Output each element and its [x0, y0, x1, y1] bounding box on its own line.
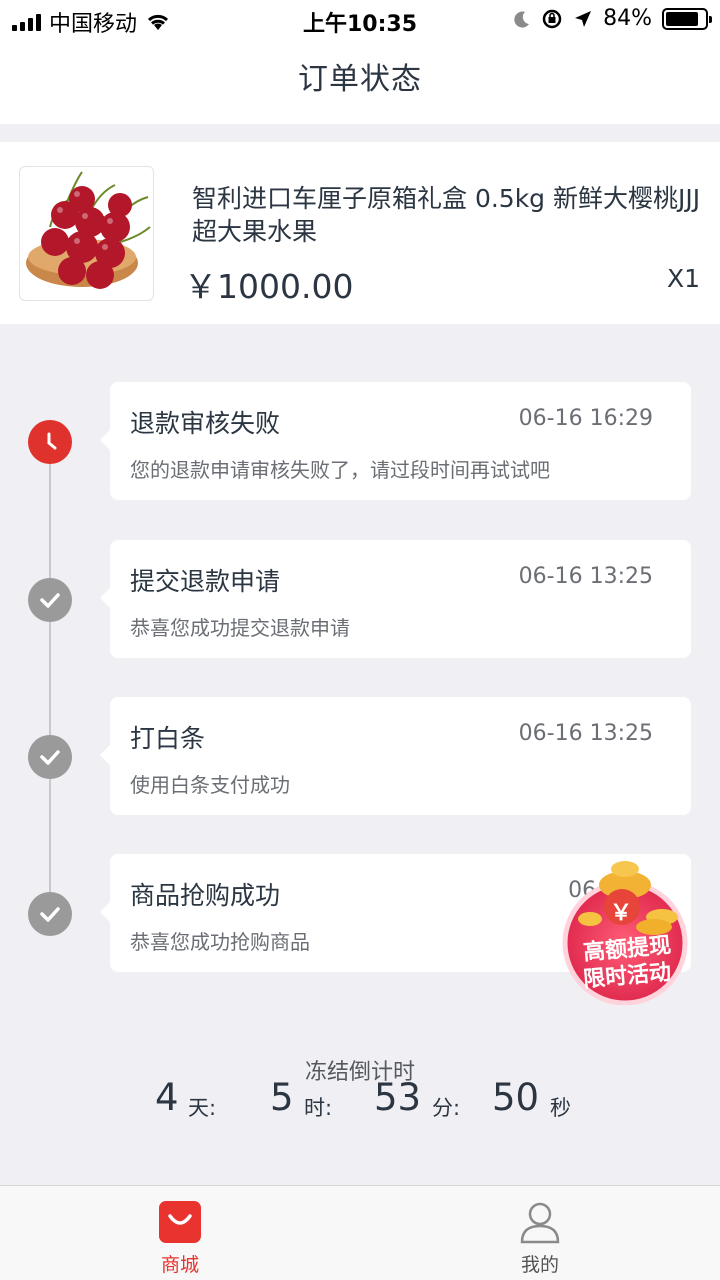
check-icon [28, 578, 72, 622]
cherry-product-image[interactable] [19, 166, 154, 301]
status-right: 84% [513, 6, 712, 31]
nav-bar: 订单状态 [0, 40, 720, 124]
timeline-desc: 您的退款申请审核失败了，请过段时间再试试吧 [130, 458, 550, 482]
promo-symbol: ￥ [610, 901, 633, 926]
shopping-bag-icon [159, 1201, 201, 1243]
countdown-minutes: 53 [374, 1076, 422, 1119]
check-icon [28, 735, 72, 779]
product-card[interactable]: 智利进口车厘子原箱礼盒 0.5kg 新鲜大樱桃JJJ超大果水果 ￥1000.00… [0, 142, 720, 324]
countdown-minutes-unit: 分: [432, 1096, 461, 1120]
tab-label: 我的 [520, 1254, 559, 1276]
tab-mall[interactable]: 商城 [0, 1186, 360, 1280]
rotation-lock-icon [542, 9, 562, 28]
timeline-desc: 使用白条支付成功 [130, 773, 290, 797]
countdown-hours-unit: 时: [304, 1096, 333, 1120]
tab-bar: 商城 我的 [0, 1185, 720, 1280]
timeline-desc: 恭喜您成功提交退款申请 [130, 616, 350, 640]
check-icon [28, 892, 72, 936]
timeline-time: 06-16 13:25 [518, 721, 653, 746]
timeline-title: 提交退款申请 [130, 567, 281, 596]
timeline-time: 06-16 13:25 [518, 564, 653, 589]
product-name[interactable]: 智利进口车厘子原箱礼盒 0.5kg 新鲜大樱桃JJJ超大果水果 [192, 182, 702, 248]
timeline-title: 商品抢购成功 [130, 881, 281, 910]
user-icon [520, 1202, 560, 1244]
timeline-card: 退款审核失败 06-16 16:29 您的退款申请审核失败了，请过段时间再试试吧 [100, 382, 691, 500]
timeline-card: 打白条 06-16 13:25 使用白条支付成功 [100, 697, 691, 815]
product-price: ￥1000.00 [184, 267, 354, 306]
timeline-title: 退款审核失败 [130, 409, 281, 438]
countdown-timer: 4 天: 5 时: 53 分: 50 秒 [0, 1076, 720, 1126]
status-bar: 中国移动 上午10:35 84% [0, 0, 720, 40]
battery-icon [662, 7, 712, 30]
countdown-hours: 5 [270, 1076, 294, 1119]
countdown-seconds-unit: 秒 [550, 1096, 571, 1120]
countdown-days-unit: 天: [188, 1096, 217, 1120]
timeline-line [49, 440, 51, 910]
clock-icon [28, 420, 72, 464]
battery-fill [666, 11, 698, 26]
location-arrow-icon [575, 10, 592, 27]
countdown-days: 4 [155, 1076, 179, 1119]
tab-label: 商城 [160, 1254, 199, 1276]
product-quantity: X1 [666, 264, 700, 293]
tab-mine[interactable]: 我的 [360, 1186, 720, 1280]
timeline-card: 提交退款申请 06-16 13:25 恭喜您成功提交退款申请 [100, 540, 691, 658]
page-title: 订单状态 [298, 62, 422, 97]
battery-percent: 84% [603, 6, 652, 31]
countdown-seconds: 50 [492, 1076, 540, 1119]
moon-icon [514, 11, 530, 28]
promo-badge[interactable]: ￥ 高额提现 限时活动 [550, 855, 700, 1006]
timeline-desc: 恭喜您成功抢购商品 [130, 930, 310, 954]
timeline-time: 06-16 16:29 [518, 406, 653, 431]
timeline-title: 打白条 [130, 724, 206, 753]
cherry-image-icon [26, 171, 151, 289]
